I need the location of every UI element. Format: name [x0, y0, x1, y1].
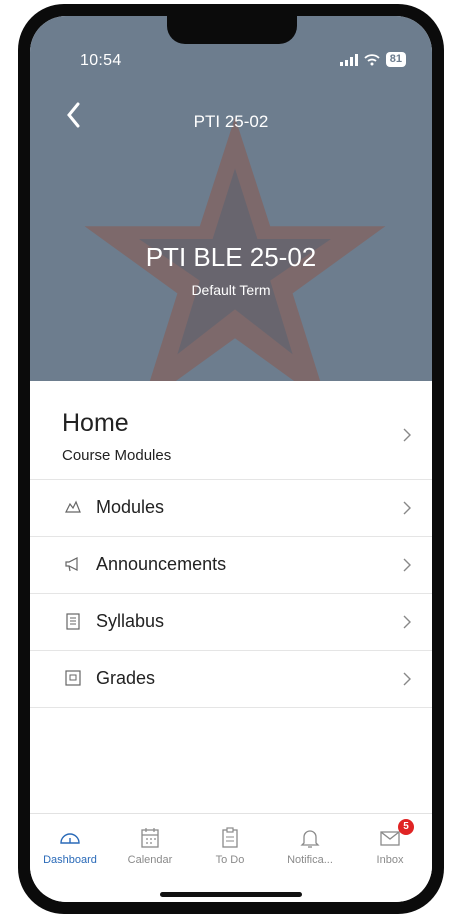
tab-inbox[interactable]: 5 Inbox	[350, 814, 430, 874]
tab-label: Inbox	[376, 854, 404, 866]
course-header: 10:54 81 PTI 25-02 PTI BLE 25-02 Default…	[30, 16, 432, 381]
bell-icon	[300, 830, 320, 848]
home-title: Home	[62, 409, 129, 437]
menu-item-announcements[interactable]: Announcements	[30, 537, 432, 594]
modules-icon	[65, 500, 81, 513]
phone-frame: 10:54 81 PTI 25-02 PTI BLE 25-02 Default…	[18, 4, 444, 914]
inbox-badge: 5	[398, 819, 414, 835]
home-subtitle: Course Modules	[62, 447, 172, 464]
menu-item-modules[interactable]: Modules	[30, 480, 432, 537]
syllabus-icon	[66, 613, 80, 630]
course-title: PTI BLE 25-02	[145, 242, 317, 272]
notch	[167, 16, 297, 44]
menu-item-syllabus[interactable]: Syllabus	[30, 594, 432, 651]
chevron-right-icon	[403, 428, 411, 442]
tab-notifications[interactable]: Notifica...	[270, 814, 350, 874]
megaphone-icon	[65, 557, 78, 572]
tab-label: To Do	[215, 854, 245, 866]
menu-item-label: Modules	[96, 497, 165, 517]
chevron-right-icon	[403, 615, 411, 629]
tab-label: Calendar	[127, 854, 173, 866]
status-icons: 81	[339, 52, 406, 67]
course-menu: Home Course Modules Modules Announcement…	[30, 381, 432, 708]
tab-dashboard[interactable]: Dashboard	[30, 814, 110, 874]
dashboard-icon	[60, 833, 80, 844]
battery-icon: 81	[385, 52, 406, 67]
menu-item-grades[interactable]: Grades	[30, 651, 432, 708]
wifi-icon	[364, 53, 380, 65]
calendar-icon	[141, 828, 159, 848]
nav-title: PTI 25-02	[193, 112, 269, 131]
tab-label: Dashboard	[43, 854, 97, 866]
tab-calendar[interactable]: Calendar	[110, 814, 190, 874]
menu-item-label: Announcements	[96, 554, 227, 574]
chevron-right-icon	[403, 558, 411, 572]
tab-label: Notifica...	[287, 854, 333, 866]
signal-icon	[339, 53, 358, 66]
menu-item-label: Syllabus	[96, 611, 165, 631]
chevron-right-icon	[403, 672, 411, 686]
grades-icon	[65, 670, 81, 686]
todo-icon	[222, 827, 238, 848]
tab-bar: Dashboard Calendar To Do Notifica... 5 I…	[30, 813, 432, 902]
tab-todo[interactable]: To Do	[190, 814, 270, 874]
screen: 10:54 81 PTI 25-02 PTI BLE 25-02 Default…	[30, 16, 432, 902]
home-row[interactable]: Home Course Modules	[30, 381, 432, 480]
course-term: Default Term	[191, 282, 271, 298]
menu-item-label: Grades	[96, 668, 156, 688]
chevron-right-icon	[403, 501, 411, 515]
status-time: 10:54	[80, 52, 122, 69]
home-indicator	[160, 892, 302, 897]
